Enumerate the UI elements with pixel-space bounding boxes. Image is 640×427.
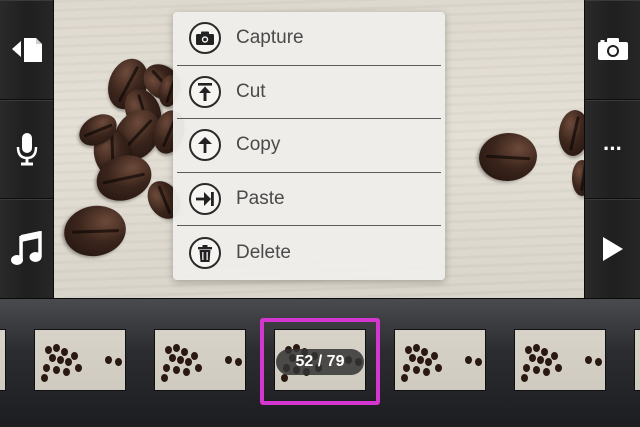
frame-thumbnail[interactable]	[514, 329, 606, 391]
menu-item-label: Cut	[236, 80, 266, 102]
capture-button[interactable]	[585, 0, 640, 100]
music-note-icon	[10, 230, 43, 267]
trash-icon	[189, 237, 221, 270]
frame-thumbnail[interactable]	[634, 329, 640, 391]
frame-counter: 52 / 79	[276, 349, 364, 375]
record-audio-button[interactable]	[0, 100, 53, 200]
camera-icon	[189, 22, 221, 55]
filmstrip[interactable]: 52 / 79	[0, 298, 640, 427]
context-menu: Capture Cut Copy Paste Delete	[173, 12, 445, 280]
frame-thumbnail[interactable]	[154, 329, 246, 391]
menu-item-label: Delete	[236, 242, 291, 264]
paste-icon	[189, 183, 221, 216]
left-toolbar	[0, 0, 54, 298]
menu-item-label: Capture	[236, 27, 304, 49]
menu-item-label: Copy	[236, 134, 281, 156]
right-toolbar: ···	[584, 0, 640, 298]
menu-item-capture[interactable]: Capture	[177, 12, 441, 66]
music-button[interactable]	[0, 199, 53, 298]
play-button[interactable]	[585, 199, 640, 298]
camera-icon	[597, 38, 628, 61]
play-icon	[602, 236, 623, 261]
more-button[interactable]: ···	[585, 100, 640, 200]
more-icon: ···	[603, 136, 623, 161]
import-button[interactable]	[0, 0, 53, 100]
import-page-icon	[10, 35, 44, 63]
menu-item-copy[interactable]: Copy	[177, 119, 441, 173]
frame-preview[interactable]: Capture Cut Copy Paste Delete	[54, 0, 584, 298]
copy-icon	[189, 129, 221, 162]
stop-motion-editor: Capture Cut Copy Paste Delete ··· 52 / 7…	[0, 0, 640, 427]
frame-thumbnail[interactable]	[34, 329, 126, 391]
menu-item-label: Paste	[236, 188, 285, 210]
cut-icon	[189, 75, 221, 108]
frame-thumbnail[interactable]	[0, 329, 6, 391]
microphone-icon	[16, 132, 38, 166]
menu-item-paste[interactable]: Paste	[177, 173, 441, 227]
frame-thumbnail[interactable]	[394, 329, 486, 391]
menu-item-delete[interactable]: Delete	[177, 226, 441, 280]
menu-item-cut[interactable]: Cut	[177, 66, 441, 120]
